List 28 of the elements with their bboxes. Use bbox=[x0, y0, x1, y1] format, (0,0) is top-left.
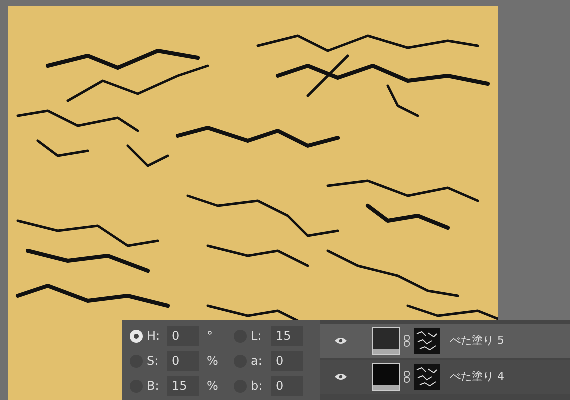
link-icon[interactable] bbox=[404, 371, 410, 383]
layer-row[interactable]: べた塗り 5 bbox=[320, 324, 570, 358]
layer-row[interactable]: べた塗り 4 bbox=[320, 360, 570, 394]
layer-name: べた塗り 5 bbox=[450, 332, 504, 349]
fill-thumbnail bbox=[372, 363, 400, 391]
mask-thumbnail bbox=[414, 364, 440, 390]
eye-icon[interactable] bbox=[335, 373, 347, 381]
value-field[interactable]: 15 bbox=[167, 376, 199, 396]
mask-thumbnail bbox=[414, 328, 440, 354]
value-field[interactable]: 15 bbox=[271, 326, 303, 346]
radio-button[interactable] bbox=[130, 330, 143, 342]
field-label: B: bbox=[147, 378, 160, 395]
field-label: a: bbox=[251, 353, 264, 370]
field-label: S: bbox=[147, 353, 160, 370]
field-label: H: bbox=[147, 328, 162, 345]
unit-label: ° bbox=[207, 328, 213, 345]
field-label: L: bbox=[251, 328, 263, 345]
value-field[interactable]: 0 bbox=[271, 351, 303, 371]
link-icon[interactable] bbox=[404, 335, 410, 347]
field-label: b: bbox=[251, 378, 264, 395]
value-field[interactable]: 0 bbox=[167, 326, 199, 346]
fill-thumbnail bbox=[372, 327, 400, 355]
unit-label: % bbox=[207, 378, 218, 395]
eye-icon[interactable] bbox=[335, 337, 347, 345]
unit-label: % bbox=[207, 353, 218, 370]
value-field[interactable]: 0 bbox=[167, 351, 199, 371]
layer-name: べた塗り 4 bbox=[450, 368, 504, 385]
value-field[interactable]: 0 bbox=[271, 376, 303, 396]
